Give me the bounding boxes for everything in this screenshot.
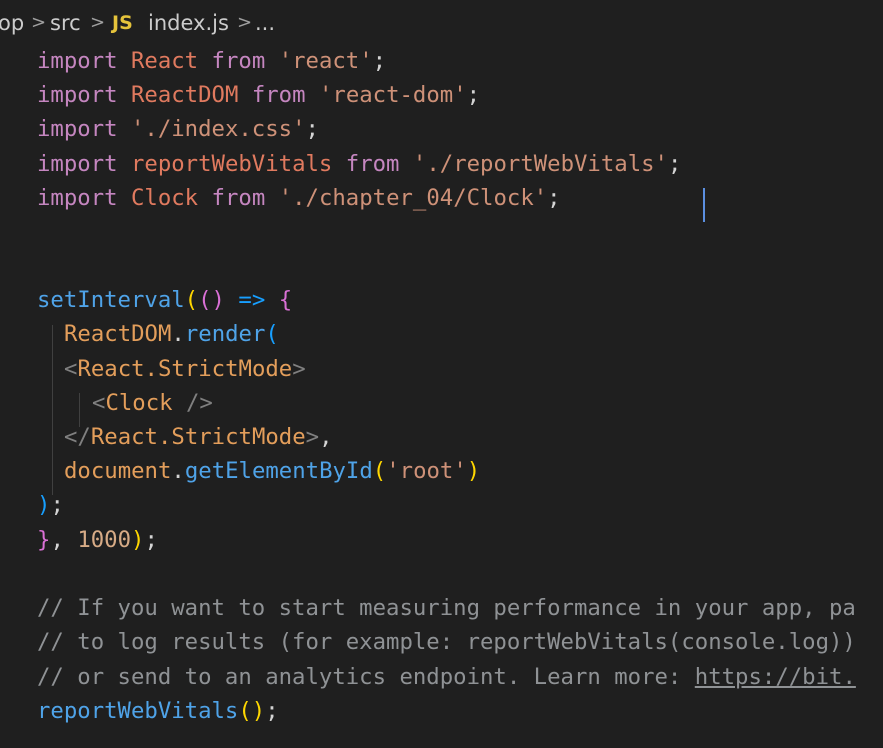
code-line: import reportWebVitals from './reportWeb… [37,151,682,177]
code-editor[interactable]: import React from 'react'; import ReactD… [0,42,883,748]
code-line: <React.StrictMode> [64,356,306,382]
code-line: reportWebVitals(); [37,698,279,724]
text-cursor [703,188,705,222]
breadcrumb-item-symbols[interactable]: ... [255,9,275,37]
code-line: setInterval(() => { [37,287,293,313]
chevron-right-icon: > [90,12,106,33]
code-line: document.getElementById('root') [64,458,481,484]
code-line: import React from 'react'; [37,48,387,74]
breadcrumb-item-file[interactable]: index.js [148,9,229,37]
comment-link[interactable]: https://bit. [695,664,856,690]
code-line: <Clock /> [92,390,213,416]
breadcrumb: op > src > JS index.js > ... [0,0,883,48]
code-line: import ReactDOM from 'react-dom'; [37,82,481,108]
javascript-file-icon: JS [112,12,133,34]
code-comment-line: // to log results (for example: reportWe… [37,629,856,655]
chevron-right-icon: > [31,12,47,33]
code-line: ); [37,492,64,518]
code-line: import Clock from './chapter_04/Clock'; [37,185,561,211]
indent-guide [52,325,53,495]
code-line: import './index.css'; [37,116,319,142]
code-line: ReactDOM.render( [64,321,279,347]
breadcrumb-item-src[interactable]: src [50,9,81,37]
code-comment-line: // If you want to start measuring perfor… [37,595,856,621]
chevron-right-icon: > [237,12,253,33]
code-comment-line: // or send to an analytics endpoint. Lea… [37,664,856,690]
breadcrumb-item-project[interactable]: op [0,9,24,37]
code-line: }, 1000); [37,527,158,553]
code-line: </React.StrictMode>, [64,424,333,450]
